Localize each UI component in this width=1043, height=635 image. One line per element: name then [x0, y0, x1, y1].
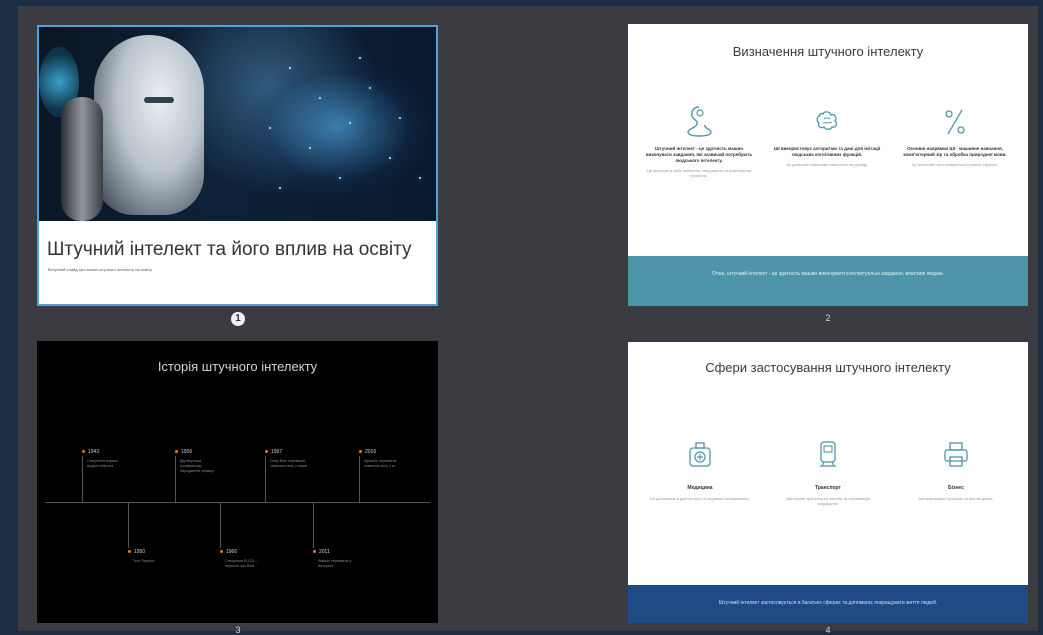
slide-number-3: 3 — [235, 625, 241, 635]
robot-hand — [61, 97, 103, 221]
summary-band: Штучний інтелект застосовується в багать… — [628, 585, 1028, 623]
slide-thumbnail-4[interactable]: Сфери застосування штучного інтелекту Ме… — [628, 342, 1028, 623]
column-heading: ШІ використовує алгоритми та дані для ім… — [773, 146, 881, 157]
hero-image — [39, 27, 436, 221]
timeline-year: 2016 — [359, 449, 376, 455]
timeline-desc: Створення ELIZA — першого чат-бота — [225, 559, 259, 568]
column-heading: Основні напрямки ШІ - машинне навчання, … — [903, 146, 1007, 157]
robot-head — [94, 35, 204, 215]
column-heading: Бізнес — [948, 485, 964, 491]
timeline-desc: AlphaGo перемагає чемпіона світу з го — [364, 459, 397, 468]
printer-icon — [944, 442, 968, 467]
timeline-desc: Дартмутська конференція, народження терм… — [180, 459, 214, 473]
timeline-axis — [45, 502, 430, 503]
timeline-year: 1950 — [128, 549, 145, 555]
definition-column: Основні напрямки ШІ - машинне навчання, … — [900, 104, 1010, 167]
slide-thumbnail-1[interactable]: Штучний інтелект та його вплив на освіту… — [37, 25, 438, 306]
definition-column: ШІ використовує алгоритми та дані для ім… — [772, 104, 882, 167]
slide-title: Визначення штучного інтелекту — [732, 44, 924, 59]
slide-thumbnail-2[interactable]: Визначення штучного інтелекту Штучний ін… — [628, 24, 1028, 306]
application-column: Медицина ШІ допомагає в діагностиці та л… — [650, 440, 750, 501]
timeline-year: 2011 — [313, 549, 330, 555]
column-text: Ці технології застосовуються в різних сф… — [912, 162, 998, 167]
slide-subtitle: Вступний слайд про вплив штучного інтеле… — [48, 267, 152, 272]
timeline-desc: Створення першої моделі нейрона — [87, 459, 118, 468]
medical-bag-icon — [689, 442, 711, 467]
column-heading: Транспорт — [814, 485, 841, 491]
column-text: ШІ допомагає в діагностиці та лікуванні … — [650, 496, 750, 501]
slide-number-4: 4 — [825, 625, 831, 635]
timeline-year: 1997 — [265, 449, 282, 455]
percent-icon — [945, 109, 965, 135]
column-text: Це включає в себе навчання, міркування т… — [646, 168, 752, 178]
column-text: Автономні транспортні засоби та оптиміза… — [786, 496, 870, 506]
timeline-year: 1943 — [82, 449, 99, 455]
application-column: Бізнес Автоматизація процесів та аналіз … — [906, 440, 1006, 501]
timeline-year: 1956 — [175, 449, 192, 455]
slide-title: Сфери застосування штучного інтелекту — [705, 360, 951, 375]
timeline-desc: Deep Blue перемагає чемпіона світу з шах… — [270, 459, 308, 468]
timeline-year: 1966 — [220, 549, 237, 555]
application-column: Транспорт Автономні транспортні засоби т… — [778, 440, 878, 506]
column-text: Це дозволяє машинам навчатися на досвіді… — [785, 162, 869, 167]
timeline-desc: Watson перемагає у вікторині — [318, 559, 352, 568]
slide-number-1: 1 — [231, 312, 245, 326]
slide-title: Історія штучного інтелекту — [157, 359, 318, 374]
column-heading: Штучний інтелект - це здатність машин ви… — [645, 146, 753, 163]
slide-thumbnail-3[interactable]: Історія штучного інтелекту 1943 Створенн… — [37, 341, 438, 623]
brain-icon — [816, 111, 838, 130]
summary-text: Отже, штучний інтелект - це здатність ма… — [711, 271, 945, 277]
head-silhouette-icon — [687, 106, 712, 137]
robot-eye — [144, 97, 174, 103]
slide-title: Штучний інтелект та його вплив на освіту — [47, 239, 412, 260]
slide-number-2: 2 — [825, 313, 831, 323]
column-text: Автоматизація процесів та аналіз даних. — [918, 496, 994, 501]
train-icon — [820, 441, 836, 467]
timeline-desc: Тест Тюрінга — [133, 559, 155, 563]
summary-text: Штучний інтелект застосовується в багать… — [718, 600, 938, 606]
definition-column: Штучний інтелект - це здатність машин ви… — [644, 104, 754, 178]
column-heading: Медицина — [687, 485, 713, 491]
summary-band: Отже, штучний інтелект - це здатність ма… — [628, 256, 1028, 306]
